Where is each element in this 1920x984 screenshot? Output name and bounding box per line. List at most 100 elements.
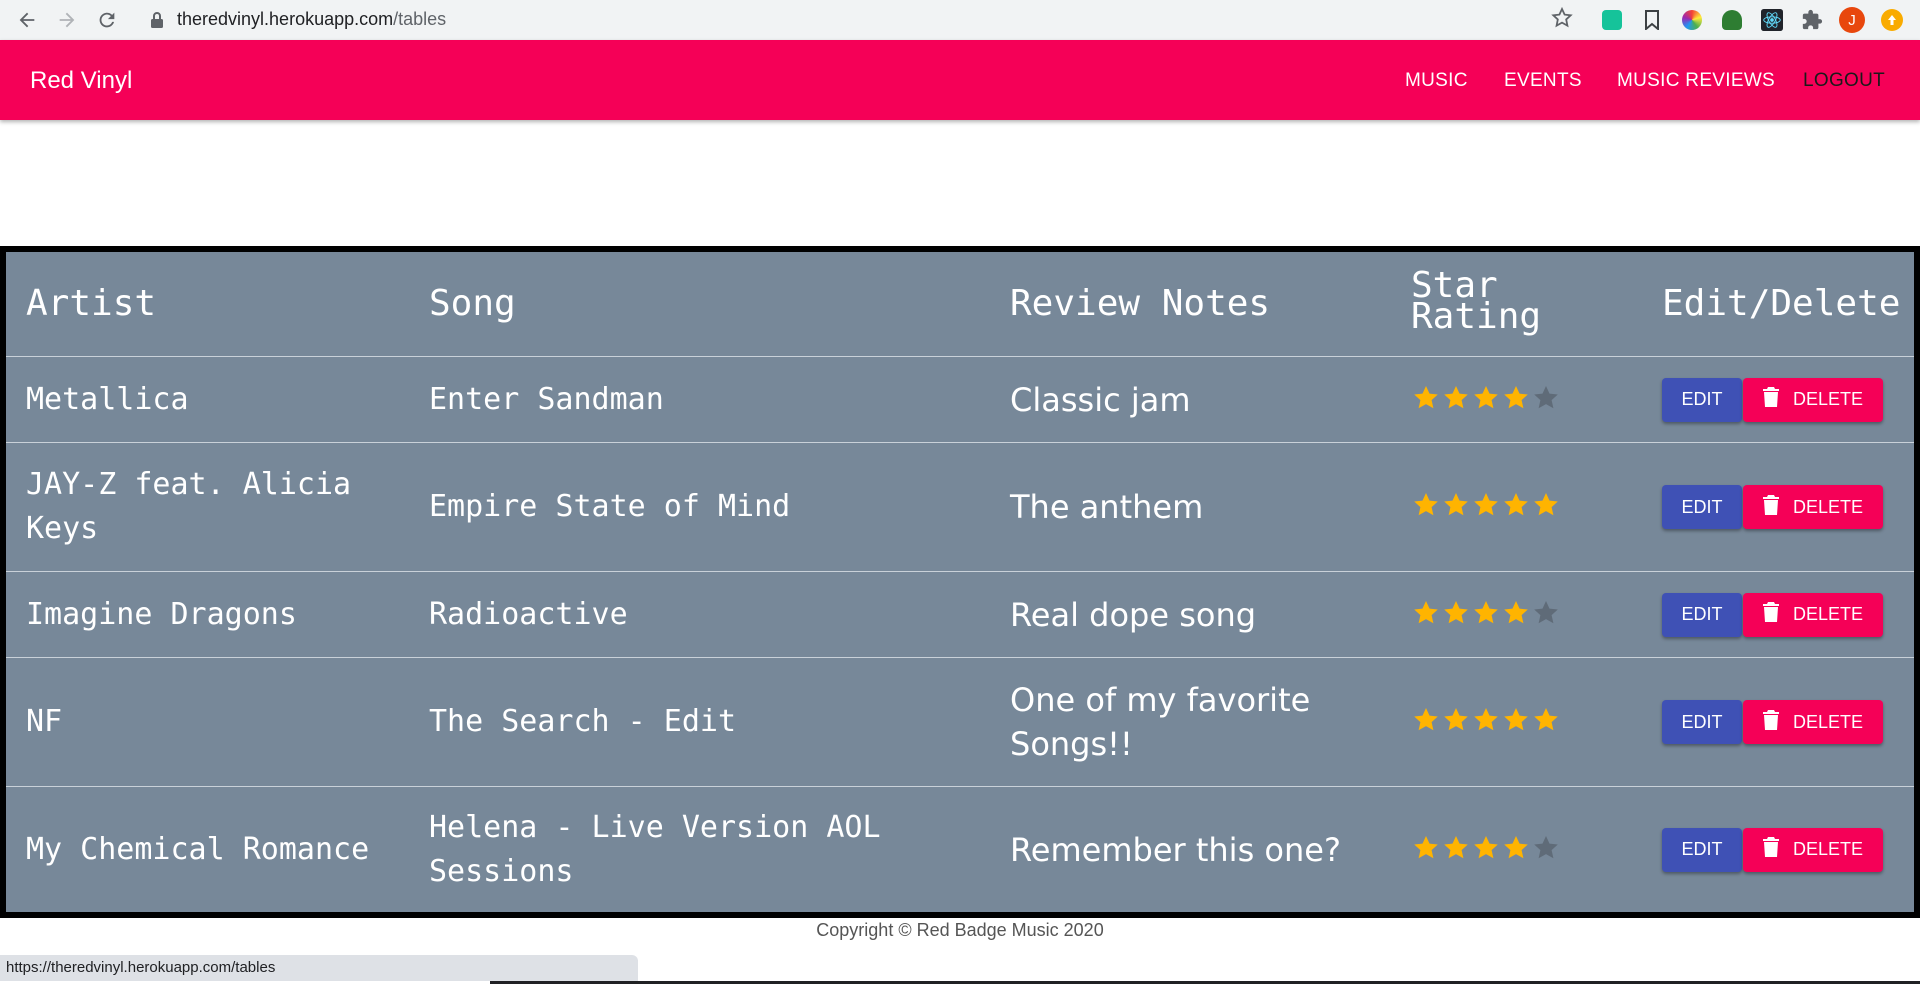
trash-icon [1762,837,1779,862]
forward-icon[interactable] [52,5,82,35]
edit-button-label: EDIT [1681,389,1723,409]
star-filled-icon[interactable] [1472,706,1500,739]
star-rating[interactable] [1412,599,1560,632]
review-notes-cell-line1: Classic jam [1010,380,1191,419]
star-filled-icon[interactable] [1412,706,1440,739]
star-filled-icon[interactable] [1412,491,1440,524]
edit-button[interactable]: EDIT [1662,485,1742,529]
browser-status-url: https://theredvinyl.herokuapp.com/tables [0,955,638,981]
lock-icon [150,11,164,34]
star-filled-icon[interactable] [1472,491,1500,524]
table-row: Metallica Enter Sandman Classic jam EDIT DEL… [6,357,1914,443]
delete-button-label: DELETE [1792,604,1864,624]
bookmark-extension-icon[interactable] [1638,6,1666,34]
brand-title[interactable]: Red Vinyl [30,67,132,95]
star-rating[interactable] [1412,834,1560,867]
review-notes-cell: Real dope song [1010,593,1256,637]
edit-button[interactable]: EDIT [1662,377,1742,422]
react-devtools-icon[interactable] [1758,6,1786,34]
bookmark-star-icon[interactable] [1550,6,1574,35]
edit-button[interactable]: EDIT [1662,700,1742,744]
star-filled-icon[interactable] [1502,706,1530,739]
delete-button-label: DELETE [1792,389,1864,409]
update-icon[interactable] [1878,6,1906,34]
header-artist: Artist [26,283,157,324]
song-cell-line1: Empire State of Mind [429,489,791,524]
star-filled-icon[interactable] [1442,599,1470,632]
song-cell-line1: The Search - Edit [429,704,737,739]
song-cell: The Search - Edit [429,700,736,744]
footer-copyright: Copyright © Red Badge Music 2020 [816,920,1104,940]
grammarly-extension-icon[interactable] [1598,6,1626,34]
artist-cell-line2: Keys [26,511,99,546]
star-filled-icon[interactable] [1502,834,1530,867]
star-filled-icon[interactable] [1472,384,1500,417]
table-header-row: Artist Song Review Notes Star Rating Edit… [6,252,1914,357]
edit-button-label: EDIT [1681,839,1723,859]
nav-events[interactable]: EVENTS [1504,70,1582,92]
header-review-notes: Review Notes [1010,283,1271,324]
star-filled-icon[interactable] [1412,384,1440,417]
star-filled-icon[interactable] [1442,384,1470,417]
url-host: theredvinyl.herokuapp.com [177,9,394,29]
delete-button-label: DELETE [1792,711,1864,732]
table-row: My Chemical Romance Helena - Live Version… [6,787,1914,912]
artist-cell: Imagine Dragons [26,593,297,637]
profile-initial: J [1839,7,1865,33]
song-cell: Enter Sandman [429,378,664,422]
review-notes-cell: Classic jam [1010,378,1191,422]
review-notes-cell-line1: Real dope song [1010,595,1257,634]
star-filled-icon[interactable] [1472,834,1500,867]
header-song: Song [429,283,516,324]
nav-logout[interactable]: LOGOUT [1803,70,1885,92]
url-text[interactable]: theredvinyl.herokuapp.com/tables [177,9,446,30]
song-cell-line1: Helena - Live Version AOL [429,809,881,845]
delete-button[interactable]: DELETE [1743,827,1883,872]
edit-button-label: EDIT [1681,604,1723,624]
star-filled-icon[interactable] [1472,599,1500,632]
star-filled-icon[interactable] [1532,706,1560,739]
star-filled-icon[interactable] [1412,599,1440,632]
url-path: /tables [393,9,447,29]
song-cell-line2: Sessions [429,853,574,889]
star-filled-icon[interactable] [1442,834,1470,867]
star-empty-icon[interactable] [1532,599,1560,632]
star-filled-icon[interactable] [1442,706,1470,739]
star-empty-icon[interactable] [1532,384,1560,417]
star-filled-icon[interactable] [1442,491,1470,524]
extensions-puzzle-icon[interactable] [1798,6,1826,34]
nav-music[interactable]: MUSIC [1405,70,1468,92]
profile-avatar[interactable]: J [1838,6,1866,34]
delete-button[interactable]: DELETE [1743,485,1883,529]
reload-icon[interactable] [92,5,122,35]
delete-button[interactable]: DELETE [1743,700,1883,744]
header-edit-delete: Edit/Delete [1662,283,1901,324]
artist-cell-line1: My Chemical Romance [26,831,370,867]
review-notes-cell: One of my favorite Songs!! [1010,678,1310,766]
edit-button[interactable]: EDIT [1662,827,1742,872]
html-tree-extension-icon[interactable] [1718,6,1746,34]
star-empty-icon[interactable] [1532,834,1560,867]
star-filled-icon[interactable] [1502,384,1530,417]
star-rating[interactable] [1412,384,1560,417]
review-notes-cell: The anthem [1010,485,1203,529]
star-rating[interactable] [1412,706,1560,739]
star-filled-icon[interactable] [1412,834,1440,867]
nav-music-reviews[interactable]: MUSIC REVIEWS [1617,70,1775,92]
review-notes-cell-line1: Remember this one? [1010,830,1341,869]
star-rating[interactable] [1412,491,1560,524]
star-filled-icon[interactable] [1502,599,1530,632]
delete-button[interactable]: DELETE [1743,377,1883,422]
edit-button[interactable]: EDIT [1662,592,1742,637]
app-bar: Red Vinyl MUSIC EVENTS MUSIC REVIEWS LOG… [0,40,1920,120]
star-filled-icon[interactable] [1532,491,1560,524]
artist-cell: My Chemical Romance [26,828,369,872]
delete-button[interactable]: DELETE [1743,592,1883,637]
trash-icon [1762,494,1779,520]
color-wheel-extension-icon[interactable] [1678,6,1706,34]
trash-icon [1762,602,1779,627]
artist-cell: JAY-Z feat. Alicia Keys [26,463,351,551]
back-icon[interactable] [12,5,42,35]
star-filled-icon[interactable] [1502,491,1530,524]
trash-icon [1762,709,1779,735]
